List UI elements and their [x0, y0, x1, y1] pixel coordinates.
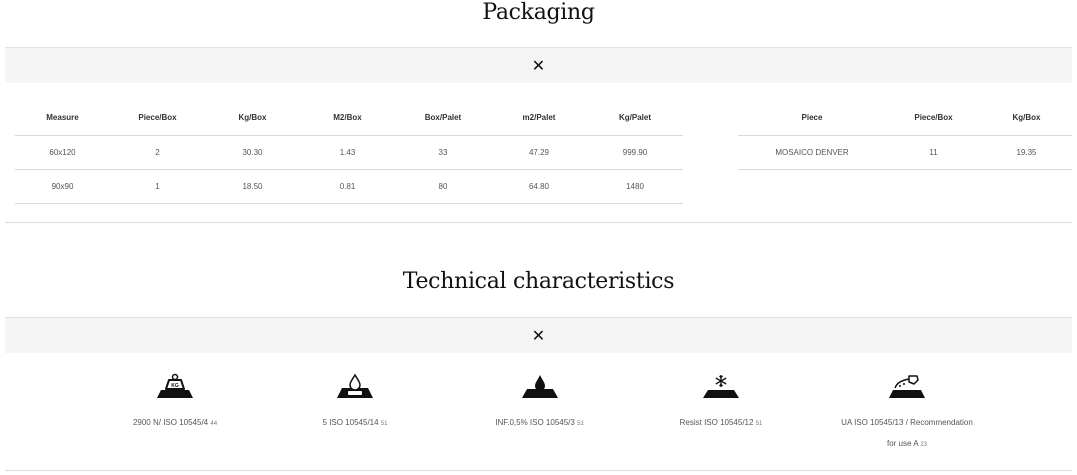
table-header-row: Measure Piece/Box Kg/Box M2/Box Box/Pale…	[15, 99, 683, 136]
table-cell: 19.35	[981, 135, 1072, 170]
tech-item-water-drop: INF.0,5% ISO 10545/3 51	[452, 372, 627, 435]
table-row: 60x120 2 30.30 1.43 33 47.29 999.90	[15, 135, 683, 170]
section-divider	[5, 222, 1072, 223]
table-cell: 90x90	[15, 169, 110, 204]
table-cell: 1	[110, 169, 205, 204]
tech-label: 5 ISO 10545/14	[322, 418, 379, 427]
chemical-resistance-icon	[889, 375, 925, 398]
technical-toggle-bar[interactable]: ✕	[5, 317, 1072, 353]
table-cell: 11	[886, 135, 981, 170]
packaging-title: Packaging	[482, 0, 595, 25]
table-cell: 33	[395, 135, 491, 170]
table-cell: 47.29	[491, 135, 587, 170]
tech-label-line2: for use A	[886, 439, 919, 448]
close-icon[interactable]: ✕	[532, 327, 545, 344]
tech-label: UA ISO 10545/13 / Recommendation	[841, 418, 973, 427]
packaging-piece-table: Piece Piece/Box Kg/Box MOSAICO DENVER 11…	[738, 99, 1072, 170]
tech-item-chemical-resistance: UA ISO 10545/13 / Recommendation for use…	[812, 372, 1002, 456]
drop-icon	[521, 375, 558, 398]
table-cell: 999.90	[587, 135, 683, 170]
table-cell: 80	[395, 169, 491, 204]
tech-item-breaking-strength: KG 2900 N/ ISO 10545/4 44	[90, 372, 260, 435]
weight-kg-icon: KG	[157, 373, 193, 398]
table-cell: MOSAICO DENVER	[738, 135, 886, 170]
close-icon[interactable]: ✕	[532, 57, 545, 74]
tech-label: 2900 N/ ISO 10545/4	[132, 418, 209, 427]
tech-sub-value: 51	[577, 421, 584, 427]
table-cell: 64.80	[491, 169, 587, 204]
tech-sub-value: 51	[380, 421, 388, 427]
column-header-box-palet: Box/Palet	[395, 99, 491, 136]
table-row: 90x90 1 18.50 0.81 80 64.80 1480	[15, 169, 683, 204]
packaging-toggle-bar[interactable]: ✕	[5, 47, 1072, 83]
packaging-measure-table: Measure Piece/Box Kg/Box M2/Box Box/Pale…	[15, 99, 683, 204]
column-header-m2-box: M2/Box	[300, 99, 395, 136]
column-header-piece-box: Piece/Box	[886, 99, 981, 136]
table-row: MOSAICO DENVER 11 19.35	[738, 135, 1072, 170]
table-header-row: Piece Piece/Box Kg/Box	[738, 99, 1072, 136]
tech-item-frost-resistance: Resist ISO 10545/12 51	[636, 372, 806, 435]
snowflake-frost-icon	[703, 375, 739, 398]
table-cell: 18.50	[205, 169, 300, 204]
tech-sub-value: 44	[210, 421, 218, 427]
tech-sub-value: 51	[755, 421, 763, 427]
table-cell: 30.30	[205, 135, 300, 170]
svg-text:KG: KG	[171, 383, 179, 389]
column-header-measure: Measure	[15, 99, 110, 136]
table-cell: 1.43	[300, 135, 395, 170]
tech-item-water-absorption: 5 ISO 10545/14 51	[270, 372, 440, 435]
section-divider	[5, 470, 1072, 471]
column-header-piece: Piece	[738, 99, 886, 136]
table-cell: 0.81	[300, 169, 395, 204]
column-header-kg-box: Kg/Box	[205, 99, 300, 136]
column-header-kg-box: Kg/Box	[981, 99, 1072, 136]
tech-sub-value: 23	[920, 442, 928, 448]
technical-title: Technical characteristics	[402, 269, 675, 294]
tech-label: Resist ISO 10545/12	[679, 418, 754, 427]
column-header-piece-box: Piece/Box	[110, 99, 205, 136]
table-cell: 2	[110, 135, 205, 170]
tech-label: INF.0,5% ISO 10545/3	[495, 418, 575, 427]
water-absorption-icon	[337, 373, 373, 398]
table-cell: 1480	[587, 169, 683, 204]
table-cell: 60x120	[15, 135, 110, 170]
column-header-kg-palet: Kg/Palet	[587, 99, 683, 136]
column-header-m2-palet: m2/Palet	[491, 99, 587, 136]
